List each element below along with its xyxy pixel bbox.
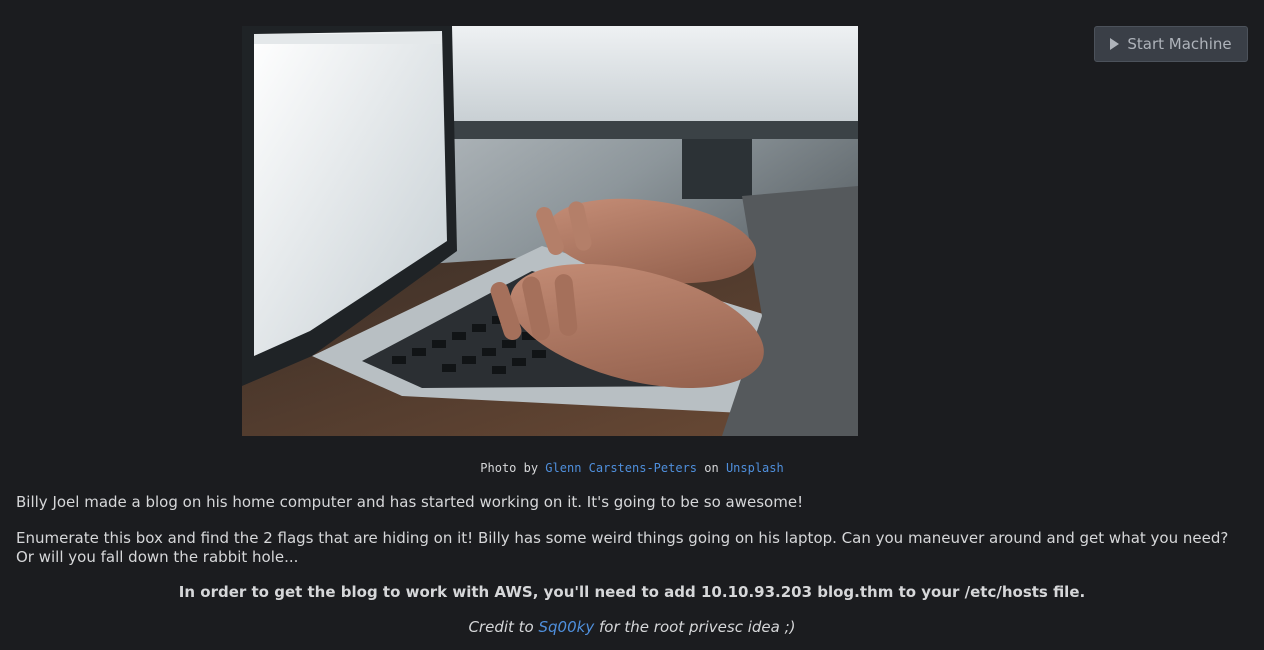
intro-paragraph: Billy Joel made a blog on his home compu… [16,493,804,511]
caption-middle: on [704,461,719,475]
unsplash-link[interactable]: Unsplash [726,461,784,475]
credit-prefix: Credit to [468,618,534,636]
start-machine-button[interactable]: Start Machine [1094,26,1248,62]
caption-prefix: Photo by [480,461,539,475]
laptop-photo [242,26,858,436]
credit-suffix: for the root privesc idea ;) [599,618,796,636]
photographer-link[interactable]: Glenn Carstens-Peters [545,461,697,475]
start-machine-label: Start Machine [1127,35,1232,53]
task-page: Start Machine Photo by Glenn Carstens-Pe… [0,0,1264,650]
laptop-photo-illustration [242,26,858,436]
hosts-notice: In order to get the blog to work with AW… [178,583,1086,601]
credit-user-link[interactable]: Sq00ky [539,618,595,636]
play-icon [1110,38,1120,50]
credit-line: Credit to Sq00ky for the root privesc id… [0,618,1264,636]
enumerate-paragraph: Enumerate this box and find the 2 flags … [16,529,1229,566]
photo-caption: Photo by Glenn Carstens-Peters on Unspla… [0,461,1264,475]
